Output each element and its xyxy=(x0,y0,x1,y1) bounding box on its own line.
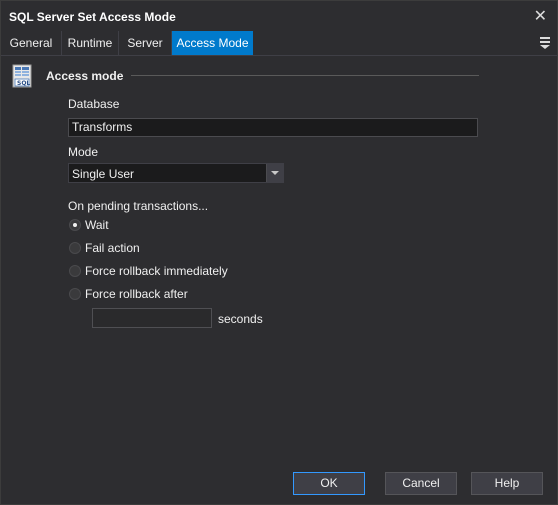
sql-database-icon: SQL xyxy=(11,64,35,88)
cancel-button[interactable]: Cancel xyxy=(385,472,457,495)
radio-button[interactable] xyxy=(69,219,81,231)
tab-general[interactable]: General xyxy=(1,31,62,55)
section-title: Access mode xyxy=(46,69,124,83)
radio-label: Force rollback after xyxy=(85,287,188,301)
pending-transactions-label: On pending transactions... xyxy=(68,199,209,213)
seconds-label: seconds xyxy=(218,312,263,326)
svg-text:SQL: SQL xyxy=(17,80,30,87)
mode-select[interactable]: Single User xyxy=(68,163,284,183)
radio-button[interactable] xyxy=(69,288,81,300)
mode-label: Mode xyxy=(68,145,99,159)
tab-bar: General Runtime Server Access Mode xyxy=(1,31,557,56)
mode-dropdown-button[interactable] xyxy=(266,164,283,182)
database-label: Database xyxy=(68,97,120,111)
dialog-window: SQL Server Set Access Mode ✕ General Run… xyxy=(0,0,558,505)
tab-server[interactable]: Server xyxy=(119,31,172,55)
radio-label: Force rollback immediately xyxy=(85,264,228,278)
radio-label: Wait xyxy=(85,218,109,232)
tab-access-mode[interactable]: Access Mode xyxy=(172,31,253,55)
section-divider xyxy=(131,75,479,76)
tab-menu-icon[interactable] xyxy=(539,36,551,49)
radio-label: Fail action xyxy=(85,241,140,255)
tab-runtime[interactable]: Runtime xyxy=(62,31,119,55)
radio-button[interactable] xyxy=(69,265,81,277)
chevron-down-icon xyxy=(271,171,279,175)
seconds-input[interactable] xyxy=(92,308,212,328)
close-icon[interactable]: ✕ xyxy=(534,6,547,26)
mode-select-value: Single User xyxy=(72,167,135,181)
help-button[interactable]: Help xyxy=(471,472,543,495)
title-bar: SQL Server Set Access Mode ✕ xyxy=(1,1,557,31)
radio-button[interactable] xyxy=(69,242,81,254)
ok-button[interactable]: OK xyxy=(293,472,365,495)
database-input[interactable]: Transforms xyxy=(68,118,478,137)
window-title: SQL Server Set Access Mode xyxy=(9,10,176,24)
